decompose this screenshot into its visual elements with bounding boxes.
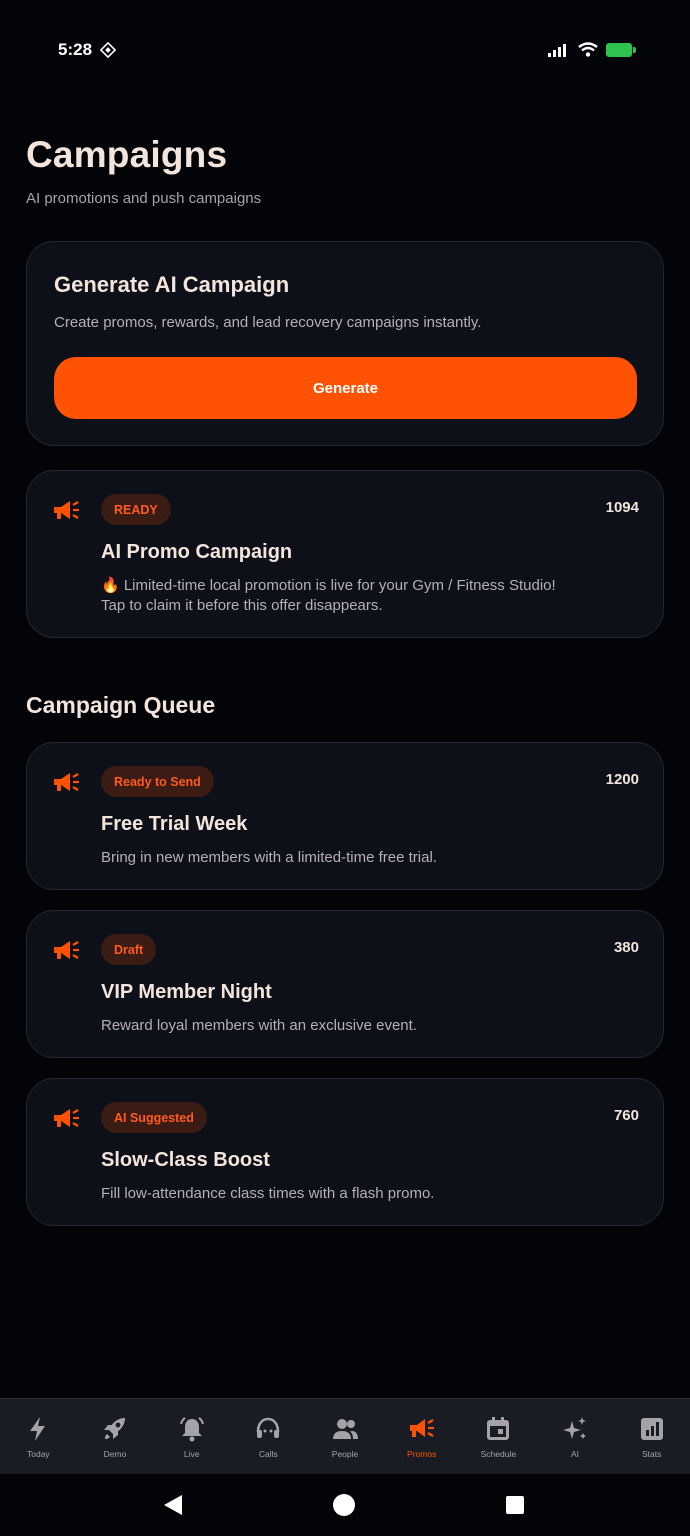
bolt-icon [30, 1417, 46, 1441]
nav-item-promos[interactable]: Promos [383, 1399, 460, 1474]
nfc-icon [100, 42, 117, 58]
audience-count: 1200 [605, 771, 639, 788]
nav-item-stats[interactable]: Stats [613, 1399, 690, 1474]
nav-label: Calls [258, 1449, 278, 1459]
campaign-title: VIP Member Night [101, 981, 272, 1003]
battery-icon [606, 42, 636, 57]
people-icon [333, 1419, 359, 1439]
nav-label: Promos [407, 1449, 437, 1459]
audience-count: 1094 [605, 499, 639, 516]
campaign-description: Fill low-attendance class times with a f… [101, 1185, 435, 1202]
status-badge: Ready to Send [101, 766, 214, 797]
nav-label: Schedule [480, 1449, 517, 1459]
status-badge: Draft [101, 934, 157, 965]
generate-campaign-card: Generate AI Campaign Create promos, rewa… [26, 241, 664, 446]
wifi-icon [578, 42, 598, 57]
nav-label: Today [26, 1449, 50, 1459]
status-badge: AI Suggested [101, 1102, 207, 1133]
page-subtitle: AI promotions and push campaigns [26, 190, 262, 207]
sparkles-icon [563, 1417, 587, 1439]
back-icon[interactable] [162, 1493, 184, 1517]
audience-count: 760 [613, 1107, 639, 1124]
nav-item-schedule[interactable]: Schedule [460, 1399, 537, 1474]
campaign-title: AI Promo Campaign [101, 541, 293, 563]
nav-item-today[interactable]: Today [0, 1399, 77, 1474]
queue-card[interactable]: Draft 380 VIP Member Night Reward loyal … [26, 910, 664, 1058]
megaphone-icon [54, 941, 79, 959]
headset-icon [257, 1417, 280, 1438]
system-nav-bar [0, 1474, 690, 1536]
recent-apps-icon[interactable] [506, 1496, 524, 1514]
calendar-icon [487, 1417, 510, 1440]
bell-icon [179, 1417, 204, 1442]
nav-item-demo[interactable]: Demo [77, 1399, 154, 1474]
page-title: Campaigns [26, 134, 228, 175]
rocket-icon [104, 1418, 125, 1439]
status-badge: READY [101, 494, 171, 525]
nav-item-calls[interactable]: Calls [230, 1399, 307, 1474]
generate-card-title: Generate AI Campaign [54, 272, 290, 297]
campaign-description: Bring in new members with a limited-time… [101, 849, 437, 866]
nav-item-people[interactable]: People [307, 1399, 384, 1474]
audience-count: 380 [613, 939, 639, 956]
nav-label: Stats [642, 1449, 662, 1459]
featured-campaign-card[interactable]: READY 1094 AI Promo Campaign 🔥 Limited-t… [26, 470, 664, 638]
generate-button[interactable]: Generate [54, 357, 637, 419]
bar-chart-icon [640, 1418, 663, 1440]
status-bar: 5:28 [0, 0, 690, 100]
generate-card-description: Create promos, rewards, and lead recover… [54, 314, 482, 331]
queue-card[interactable]: Ready to Send 1200 Free Trial Week Bring… [26, 742, 664, 890]
campaign-description: Reward loyal members with an exclusive e… [101, 1017, 417, 1034]
bottom-nav: Today Demo Live Calls People Promos Sche… [0, 1398, 690, 1474]
status-time: 5:28 [58, 40, 93, 59]
megaphone-icon [54, 773, 79, 791]
campaign-title: Free Trial Week [101, 813, 248, 835]
campaign-description: 🔥 Limited-time local promotion is live f… [101, 577, 556, 614]
status-time-group: 5:28 [58, 40, 117, 60]
nav-label: People [331, 1449, 359, 1459]
nav-label: Live [183, 1449, 200, 1459]
megaphone-icon [409, 1419, 434, 1437]
nav-label: Demo [103, 1449, 127, 1459]
status-icons [548, 42, 636, 57]
campaign-title: Slow-Class Boost [101, 1149, 270, 1171]
campaign-queue-title: Campaign Queue [26, 692, 216, 718]
signal-icon [548, 43, 566, 57]
nav-item-live[interactable]: Live [153, 1399, 230, 1474]
queue-card[interactable]: AI Suggested 760 Slow-Class Boost Fill l… [26, 1078, 664, 1226]
megaphone-icon [54, 1109, 79, 1127]
home-icon[interactable] [333, 1494, 355, 1516]
megaphone-icon [54, 501, 79, 519]
nav-label: AI [571, 1449, 580, 1459]
nav-item-ai[interactable]: AI [537, 1399, 614, 1474]
